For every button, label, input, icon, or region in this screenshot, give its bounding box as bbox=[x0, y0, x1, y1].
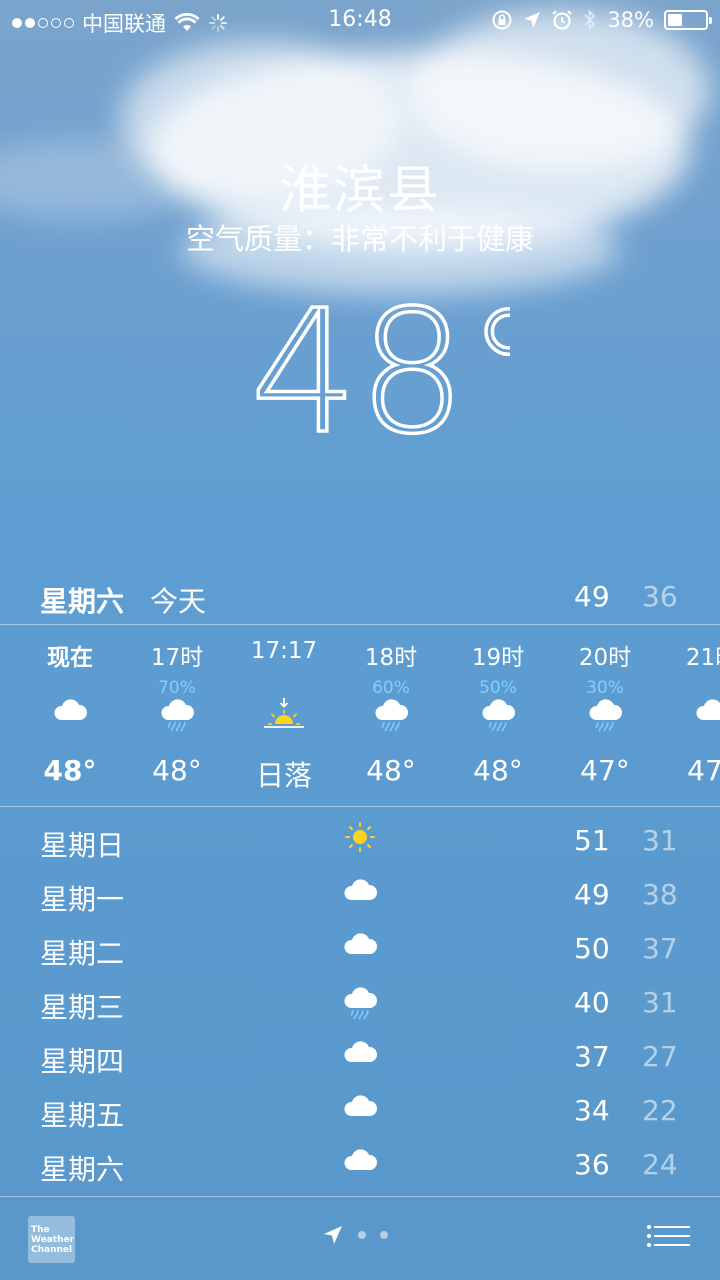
hourly-temp: 48° bbox=[473, 754, 523, 787]
day-high: 51 bbox=[574, 824, 610, 857]
alarm-icon bbox=[552, 10, 573, 30]
rain-cloud-icon bbox=[589, 699, 623, 732]
page-indicator[interactable] bbox=[322, 1224, 388, 1246]
day-name: 星期六 bbox=[40, 1153, 125, 1186]
day-name: 星期日 bbox=[40, 829, 125, 862]
day-low: 27 bbox=[642, 1040, 678, 1073]
bottom-bar: The Weather Channel bbox=[0, 1196, 720, 1280]
rain-cloud-icon bbox=[161, 699, 195, 732]
day-low: 22 bbox=[642, 1094, 678, 1127]
location-arrow-icon bbox=[324, 1226, 342, 1244]
hourly-time: 21时 bbox=[685, 645, 720, 671]
daily-row: 星期五 34 22 bbox=[0, 1084, 720, 1138]
today-day: 星期六 bbox=[40, 585, 125, 618]
air-quality-label: 空气质量：非常不利于健康 bbox=[185, 222, 534, 256]
hourly-time: 17时 bbox=[150, 645, 204, 671]
day-name: 星期一 bbox=[40, 883, 125, 916]
rain-cloud-icon bbox=[482, 699, 516, 732]
sunset-icon bbox=[264, 698, 304, 728]
precipitation-chance: 30% bbox=[586, 678, 624, 698]
rain-cloud-icon bbox=[375, 699, 409, 732]
cloud-icon bbox=[344, 933, 378, 954]
precipitation-chance: 70% bbox=[158, 678, 196, 698]
location-arrow-icon bbox=[524, 12, 541, 28]
city-name: 淮滨县 bbox=[278, 161, 441, 221]
hourly-forecast[interactable]: 现在 48° 17时 70% 48° 17:17 日落 18时 60% 48° 19时 50% 48° 2… bbox=[0, 624, 720, 806]
battery-percent: 38% bbox=[607, 8, 654, 32]
day-name: 星期二 bbox=[40, 937, 125, 970]
hourly-item: 17:17 日落 bbox=[230, 624, 338, 806]
day-low: 31 bbox=[642, 824, 678, 857]
daily-row: 星期六 36 24 bbox=[0, 1138, 720, 1192]
svg-text:48°: 48° bbox=[250, 285, 510, 445]
cloud-icon bbox=[344, 1095, 378, 1116]
day-low: 37 bbox=[642, 932, 678, 965]
sun-icon bbox=[345, 822, 375, 852]
bluetooth-icon bbox=[584, 9, 596, 31]
rotation-lock-icon bbox=[492, 10, 512, 30]
hourly-time: 18时 bbox=[364, 645, 418, 671]
day-name: 星期四 bbox=[40, 1045, 125, 1078]
today-summary: 星期六 今天 49 36 bbox=[0, 570, 720, 624]
day-high: 50 bbox=[574, 932, 610, 965]
hourly-temp: 日落 bbox=[255, 759, 312, 792]
daily-row: 星期三 40 31 bbox=[0, 976, 720, 1030]
hourly-item: 20时 30% 47° bbox=[551, 624, 659, 806]
day-high: 34 bbox=[574, 1094, 610, 1127]
day-high: 40 bbox=[574, 986, 610, 1019]
page-dot[interactable] bbox=[380, 1231, 388, 1239]
hourly-temp: 48° bbox=[152, 754, 202, 787]
hourly-time: 现在 bbox=[47, 645, 93, 671]
precipitation-chance: 50% bbox=[479, 678, 517, 698]
cloud-icon bbox=[54, 699, 88, 720]
status-bar: 中国联通 16:48 38% bbox=[0, 0, 720, 40]
day-high: 49 bbox=[574, 878, 610, 911]
hourly-temp: 47° bbox=[687, 754, 720, 787]
today-low: 36 bbox=[642, 580, 678, 613]
current-temperature: 48° bbox=[250, 285, 510, 445]
day-low: 31 bbox=[642, 986, 678, 1019]
cloud-icon bbox=[696, 699, 720, 720]
hourly-item: 17时 70% 48° bbox=[123, 624, 231, 806]
day-high: 36 bbox=[574, 1148, 610, 1181]
day-low: 38 bbox=[642, 878, 678, 911]
daily-row: 星期四 37 27 bbox=[0, 1030, 720, 1084]
weather-channel-logo[interactable]: The Weather Channel bbox=[28, 1216, 75, 1263]
hourly-time: 19时 bbox=[471, 645, 525, 671]
hourly-time: 17:17 bbox=[250, 638, 318, 664]
hourly-item: 18时 60% 48° bbox=[337, 624, 445, 806]
hourly-item: 19时 50% 48° bbox=[444, 624, 552, 806]
today-high: 49 bbox=[574, 580, 610, 613]
day-low: 24 bbox=[642, 1148, 678, 1181]
hourly-temp: 47° bbox=[580, 754, 630, 787]
cloud-icon bbox=[344, 879, 378, 900]
daily-row: 星期二 50 37 bbox=[0, 922, 720, 976]
divider bbox=[0, 806, 720, 807]
page-dot[interactable] bbox=[358, 1231, 366, 1239]
precipitation-chance: 60% bbox=[372, 678, 410, 698]
daily-row: 星期日 51 31 bbox=[0, 814, 720, 868]
day-name: 星期三 bbox=[40, 991, 125, 1024]
day-high: 37 bbox=[574, 1040, 610, 1073]
hourly-item: 21时 47° bbox=[658, 624, 720, 806]
daily-row: 星期一 49 38 bbox=[0, 868, 720, 922]
cloud-icon bbox=[344, 1041, 378, 1062]
hourly-item: 现在 48° bbox=[16, 624, 124, 806]
hourly-time: 20时 bbox=[578, 645, 632, 671]
day-name: 星期五 bbox=[40, 1099, 125, 1132]
city-list-icon[interactable] bbox=[646, 1224, 690, 1254]
hourly-temp: 48° bbox=[366, 754, 416, 787]
battery-icon bbox=[664, 10, 712, 30]
rain-cloud-icon bbox=[344, 987, 378, 1020]
today-label: 今天 bbox=[150, 585, 207, 618]
hourly-temp: 48° bbox=[43, 754, 97, 787]
cloud-icon bbox=[344, 1149, 378, 1170]
